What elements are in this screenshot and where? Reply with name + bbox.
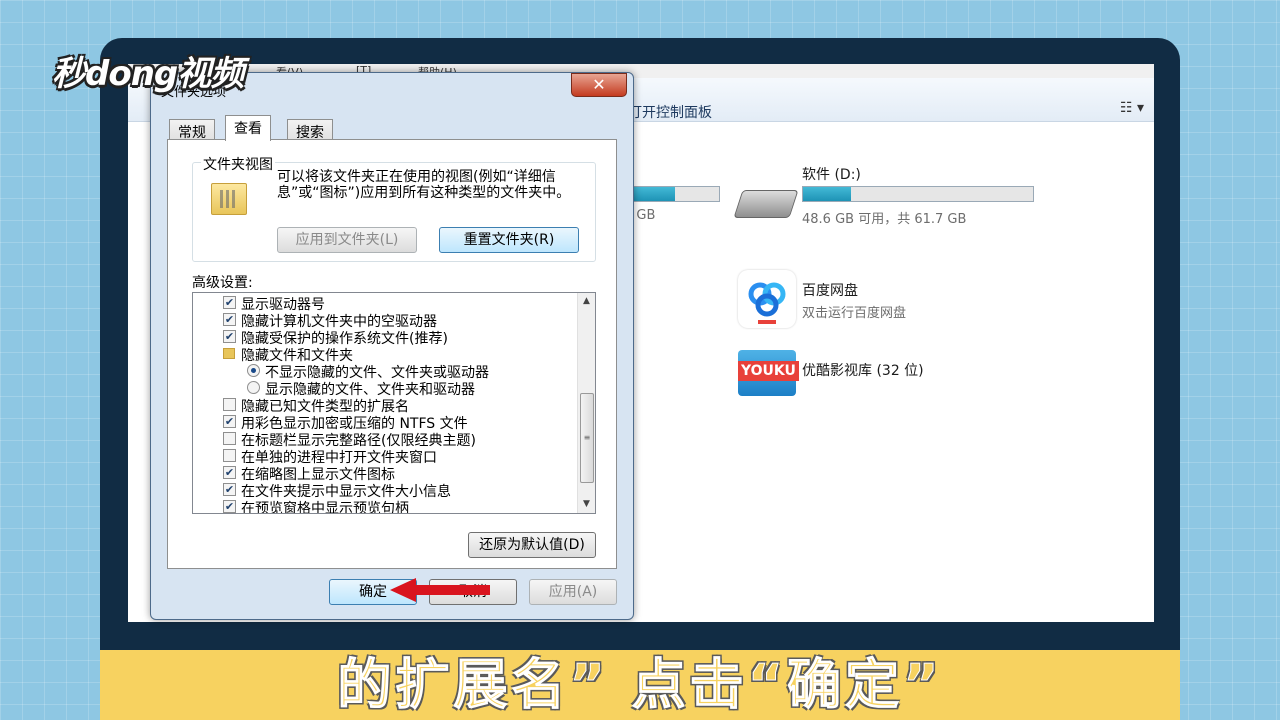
- advanced-settings-label: 高级设置:: [192, 275, 253, 291]
- youku-logo-text: YOUKU: [738, 361, 799, 381]
- checkbox[interactable]: [223, 398, 236, 411]
- scroll-down-icon[interactable]: ▼: [578, 496, 595, 513]
- red-arrow-annotation: [390, 578, 490, 602]
- reset-folders-button[interactable]: 重置文件夹(R): [439, 227, 579, 253]
- drive-d-usage-fill: [803, 187, 852, 201]
- folder-view-description: 可以将该文件夹正在使用的视图(例如“详细信息”或“图标”)应用到所有这种类型的文…: [277, 169, 571, 201]
- tab-general[interactable]: 常规: [169, 119, 215, 141]
- drive-d-usage-bar: [802, 186, 1034, 202]
- tab-view[interactable]: 查看: [225, 115, 271, 141]
- advanced-settings-list[interactable]: ✔ 显示驱动器号 ✔ 隐藏计算机文件夹中的空驱动器 ✔ 隐藏受保护的操作系统文件(推荐) 隐…: [192, 292, 596, 514]
- control-panel-link[interactable]: 打开控制面板: [628, 102, 712, 122]
- checkbox[interactable]: ✔: [223, 415, 236, 428]
- checkbox[interactable]: ✔: [223, 466, 236, 479]
- advanced-option-label: 在预览窗格中显示预览句柄: [241, 501, 409, 514]
- youku-title[interactable]: 优酷影视库 (32 位): [802, 360, 924, 380]
- checkbox[interactable]: ✔: [223, 500, 236, 513]
- folder-options-dialog: 文件夹选项 ✕ 常规 查看 搜索 文件夹视图 可以将该文件夹正在使用的视图(例如…: [150, 72, 634, 620]
- checkbox[interactable]: ✔: [223, 313, 236, 326]
- restore-defaults-button[interactable]: 还原为默认值(D): [468, 532, 596, 558]
- close-button[interactable]: ✕: [571, 73, 627, 97]
- scroll-thumb[interactable]: ≡: [580, 393, 594, 483]
- folder-icon: [211, 183, 247, 215]
- folder-view-label: 文件夹视图: [201, 154, 275, 174]
- folder-view-group: 文件夹视图 可以将该文件夹正在使用的视图(例如“详细信息”或“图标”)应用到所有…: [192, 154, 596, 262]
- caption-bar: 的扩展名” 点击“确定”: [100, 650, 1180, 720]
- watermark-logo: 秒dong视频: [52, 54, 244, 94]
- hard-drive-icon[interactable]: [733, 190, 799, 218]
- apply-to-folders-button[interactable]: 应用到文件夹(L): [277, 227, 417, 253]
- view-tab-panel: 文件夹视图 可以将该文件夹正在使用的视图(例如“详细信息”或“图标”)应用到所有…: [167, 139, 617, 569]
- baidu-netdisk-subtitle: 双击运行百度网盘: [802, 306, 907, 321]
- view-options-icon[interactable]: ☷ ▾: [1120, 100, 1144, 116]
- checkbox[interactable]: [223, 449, 236, 462]
- folder-icon: [223, 348, 235, 359]
- baidu-netdisk-icon[interactable]: [738, 270, 796, 328]
- vertical-scrollbar[interactable]: ▲ ≡ ▼: [577, 293, 595, 513]
- checkbox[interactable]: ✔: [223, 330, 236, 343]
- youku-icon[interactable]: YOUKU: [738, 350, 799, 396]
- drive-d-usage: 48.6 GB 可用，共 61.7 GB: [802, 212, 967, 227]
- radio-button[interactable]: [247, 364, 260, 377]
- checkbox[interactable]: ✔: [223, 483, 236, 496]
- tab-search[interactable]: 搜索: [287, 119, 333, 141]
- drive-c-usage-bar: [620, 186, 720, 202]
- radio-button[interactable]: [247, 381, 260, 394]
- checkbox[interactable]: ✔: [223, 296, 236, 309]
- baidu-netdisk-title[interactable]: 百度网盘: [802, 280, 858, 300]
- checkbox[interactable]: [223, 432, 236, 445]
- drive-d-title[interactable]: 软件 (D:): [802, 164, 861, 184]
- scroll-up-icon[interactable]: ▲: [578, 293, 595, 310]
- apply-button[interactable]: 应用(A): [529, 579, 617, 605]
- caption-text: 的扩展名” 点击“确定”: [337, 653, 943, 717]
